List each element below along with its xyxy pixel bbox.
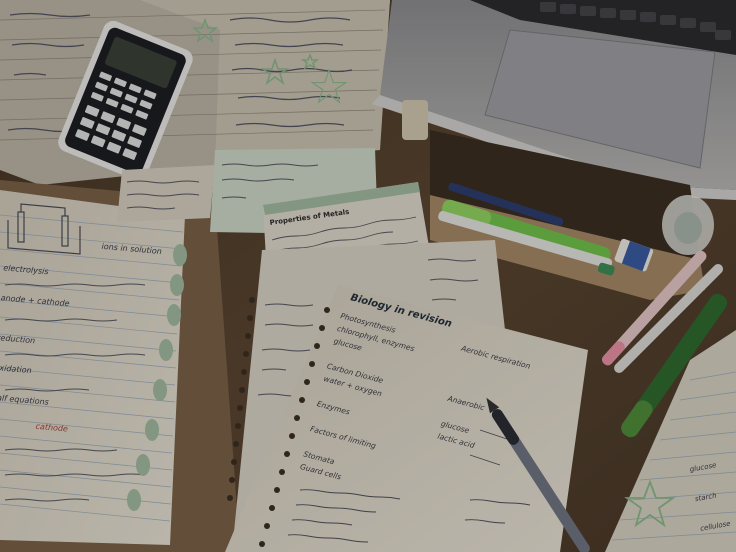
ambient-dimming <box>0 0 736 552</box>
desk-photo-scene: ions in solution electrolysis anode + ca… <box>0 0 736 552</box>
